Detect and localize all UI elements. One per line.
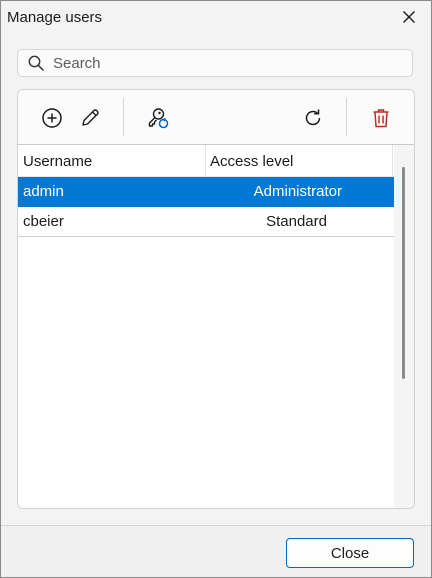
reset-password-button[interactable] (145, 105, 171, 131)
title-bar: Manage users (1, 1, 431, 33)
access-level-cell: Standard (266, 213, 327, 230)
refresh-icon (305, 109, 321, 126)
delete-user-button[interactable] (368, 105, 394, 131)
toolbar-separator (346, 98, 347, 136)
username-cell: cbeier (23, 213, 64, 230)
manage-users-dialog: Manage users Search Username Access leve… (0, 0, 432, 578)
username-cell: admin (23, 183, 64, 200)
close-icon (403, 11, 415, 23)
delete-icon (373, 109, 389, 128)
dialog-title: Manage users (7, 9, 103, 26)
key-reset-icon (148, 108, 169, 129)
refresh-button[interactable] (300, 105, 326, 131)
toolbar (18, 90, 414, 144)
toolbar-separator (123, 98, 124, 136)
edit-user-button[interactable] (77, 105, 103, 131)
search-box[interactable] (17, 49, 413, 77)
dialog-footer: Close (1, 525, 431, 577)
users-panel: Username Access level admin Administrato… (17, 89, 415, 509)
column-divider[interactable] (205, 145, 206, 177)
table-row[interactable]: admin Administrator (18, 177, 394, 207)
users-table: Username Access level admin Administrato… (18, 144, 414, 508)
add-user-button[interactable] (39, 105, 65, 131)
column-header-username[interactable]: Username (23, 145, 92, 177)
vertical-scrollbar[interactable] (394, 145, 414, 508)
scrollbar-thumb[interactable] (402, 167, 405, 379)
access-level-cell: Administrator (253, 183, 342, 200)
search-input[interactable] (53, 54, 412, 72)
table-row[interactable]: cbeier Standard (18, 207, 394, 237)
column-header-access-level[interactable]: Access level (210, 145, 293, 177)
close-window-button[interactable] (397, 6, 421, 28)
column-divider[interactable] (392, 145, 393, 177)
close-button[interactable]: Close (286, 538, 414, 568)
edit-icon (82, 109, 99, 126)
add-icon (42, 108, 62, 128)
search-icon (27, 54, 45, 72)
